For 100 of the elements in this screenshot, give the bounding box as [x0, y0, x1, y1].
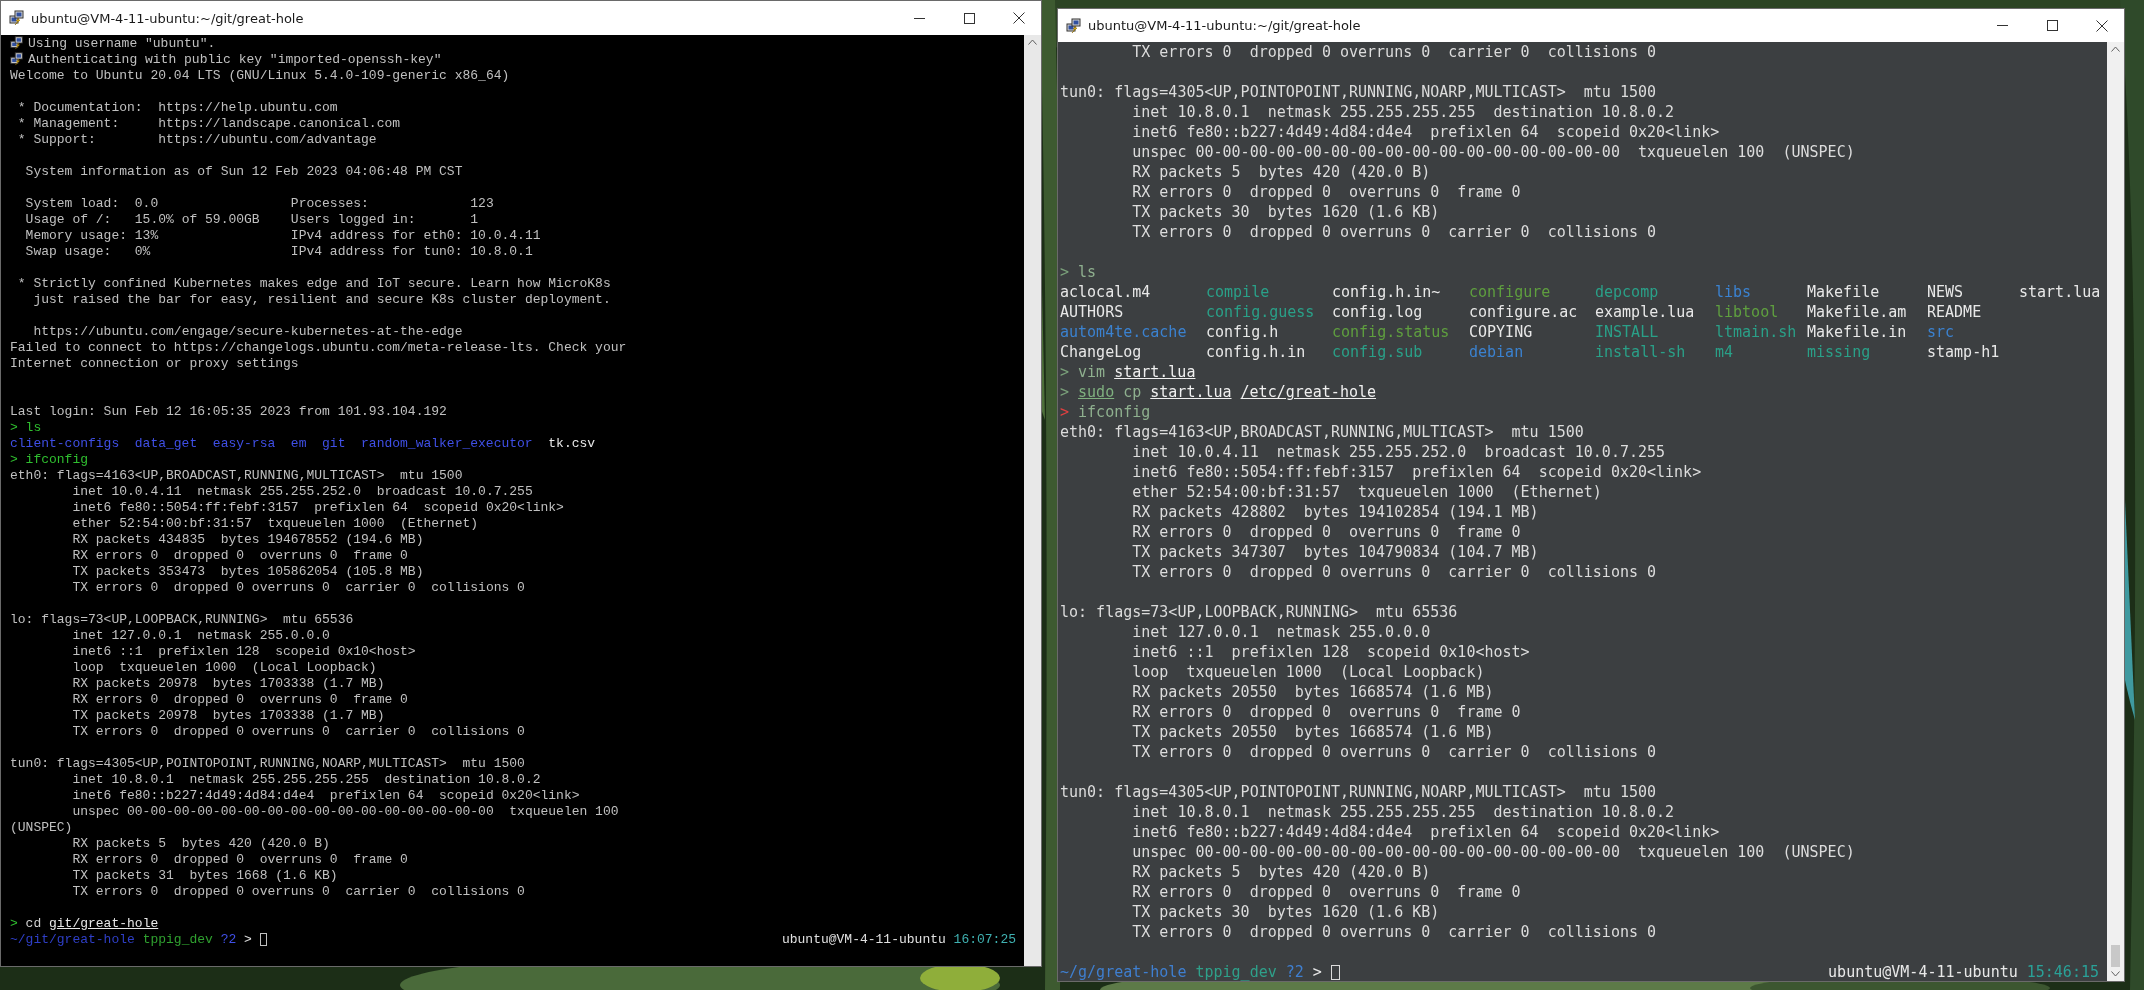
file-name: src — [1927, 322, 1956, 342]
output-line: RX errors 0 dropped 0 overruns 0 frame 0 — [1131, 882, 1521, 902]
command-text: ifconfig — [1078, 402, 1151, 422]
output-line: unspec 00-00-00-00-00-00-00-00-00-00-00-00-00-00-00-00 txqueuelen 100 (UNSPEC) — [1131, 142, 1855, 162]
output-line: eth0: flags=4163<UP,BROADCAST,RUNNING,MULTICAST> mtu 1500 — [10, 468, 463, 484]
file-name: ChangeLog — [1060, 342, 1143, 362]
file-name: AUTHORS — [1060, 302, 1125, 322]
output-line: loop txqueuelen 1000 (Local Loopback) — [1131, 662, 1485, 682]
minimize-icon — [1996, 25, 2008, 26]
output-line: TX errors 0 dropped 0 overruns 0 carrier 0 collisions 0 — [71, 724, 525, 740]
path-text: start.lua — [1114, 362, 1196, 382]
output-line: eth0: flags=4163<UP,BROADCAST,RUNNING,MULTICAST> mtu 1500 — [1060, 422, 1584, 442]
path-text: start.lua — [1150, 382, 1232, 402]
command-text: ls — [25, 420, 42, 436]
file-name: stamp-h1 — [1927, 342, 2001, 362]
output-line: lo: flags=73<UP,LOOPBACK,RUNNING> mtu 65536 — [1060, 602, 1458, 622]
file-name: data_get — [134, 436, 198, 452]
output-line: RX packets 20978 bytes 1703338 (1.7 MB) — [71, 676, 385, 692]
host-name: ubuntu@VM-4-11-ubuntu — [1828, 962, 2018, 981]
file-name: random_walker_executor — [361, 436, 533, 452]
output-line: inet 10.8.0.1 netmask 255.255.255.255 destination 10.8.0.2 — [1131, 102, 1675, 122]
command-text: cp — [1123, 382, 1142, 402]
output-line: inet 127.0.0.1 netmask 255.0.0.0 — [1131, 622, 1431, 642]
output-line: Usage of /: 15.0% of 59.00GB Users logged in: 1 — [24, 212, 479, 228]
output-line: TX packets 30 bytes 1620 (1.6 KB) — [1131, 902, 1440, 922]
prompt-symbol: > — [10, 916, 18, 932]
prompt-symbol: > — [10, 420, 18, 436]
file-name: INSTALL — [1595, 322, 1660, 342]
prompt-symbol: > — [10, 452, 18, 468]
output-line: (UNSPEC) — [10, 820, 73, 836]
maximize-icon — [963, 12, 975, 24]
output-line: RX packets 428802 bytes 194102854 (194.1 MB) — [1131, 502, 1539, 522]
output-line: Last login: Sun Feb 12 16:05:35 2023 from 101.93.104.192 — [10, 404, 447, 420]
file-name: aclocal.m4 — [1060, 282, 1152, 302]
output-line: ether 52:54:00:bf:31:57 txqueuelen 1000 (Ethernet) — [71, 516, 479, 532]
app-icon — [9, 10, 25, 26]
file-name: compile — [1206, 282, 1271, 302]
branch-name: tppig_dev — [1195, 962, 1277, 981]
file-name: README — [1927, 302, 1983, 322]
window-title: ubuntu@VM-4-11-ubuntu:~/git/great-hole — [1088, 18, 1362, 33]
output-line: inet6 fe80::b227:4d49:4d84:d4e4 prefixlen 64 scopeid 0x20<link> — [1131, 822, 1720, 842]
output-line: RX packets 5 bytes 420 (420.0 B) — [1131, 162, 1431, 182]
file-name: client-configs — [10, 436, 120, 452]
file-name: Makefile.in — [1807, 322, 1908, 342]
file-name: ltmain.sh — [1715, 322, 1798, 342]
scroll-down-icon[interactable] — [2111, 971, 2120, 977]
terminal-icon — [10, 36, 24, 50]
output-line: TX errors 0 dropped 0 overruns 0 carrier 0 collisions 0 — [1131, 562, 1657, 582]
prompt-symbol: > — [1060, 382, 1070, 402]
output-line: inet 10.0.4.11 netmask 255.255.252.0 broadcast 10.0.7.255 — [71, 484, 533, 500]
output-line: tun0: flags=4305<UP,POINTOPOINT,RUNNING,NOARP,MULTICAST> mtu 1500 — [1060, 82, 1657, 102]
file-name: em — [290, 436, 307, 452]
file-name: configure.ac — [1469, 302, 1579, 322]
output-line: TX errors 0 dropped 0 overruns 0 carrier 0 collisions 0 — [71, 580, 525, 596]
output-line: RX packets 20550 bytes 1668574 (1.6 MB) — [1131, 682, 1494, 702]
output-line: unspec 00-00-00-00-00-00-00-00-00-00-00-00-00-00-00-00 txqueuelen 100 (UNSPEC) — [1131, 842, 1855, 862]
output-line: TX errors 0 dropped 0 overruns 0 carrier 0 collisions 0 — [71, 884, 525, 900]
app-icon — [1066, 17, 1082, 34]
prompt-symbol: > — [1312, 962, 1322, 981]
file-name: config.sub — [1332, 342, 1424, 362]
file-name: configure — [1469, 282, 1552, 302]
output-line: TX packets 353473 bytes 105862054 (105.8 MB) — [71, 564, 424, 580]
close-icon — [1013, 12, 1025, 24]
notice-text: Authenticating with public key "imported-openssh-key" — [28, 52, 442, 68]
file-name: config.h — [1206, 322, 1280, 342]
file-name: config.h.in — [1206, 342, 1307, 362]
output-line: tun0: flags=4305<UP,POINTOPOINT,RUNNING,NOARP,MULTICAST> mtu 1500 — [1060, 782, 1657, 802]
scrollbar-thumb[interactable] — [2111, 945, 2120, 967]
file-name: start.lua — [2019, 282, 2102, 302]
directory-path: ~/g/great-hole — [1060, 962, 1187, 981]
output-line: inet 10.8.0.1 netmask 255.255.255.255 destination 10.8.0.2 — [1131, 802, 1675, 822]
output-line: Swap usage: 0% IPv4 address for tun0: 10.8.0.1 — [24, 244, 533, 260]
host-name: ubuntu@VM-4-11-ubuntu — [781, 932, 946, 948]
output-line: loop txqueuelen 1000 (Local Loopback) — [71, 660, 377, 676]
minimize-icon — [913, 17, 925, 19]
output-line: RX errors 0 dropped 0 overruns 0 frame 0 — [71, 852, 408, 868]
close-icon — [2096, 19, 2108, 32]
command-text: ifconfig — [25, 452, 89, 468]
scroll-up-icon[interactable] — [2111, 46, 2120, 52]
output-line: TX errors 0 dropped 0 overruns 0 carrier 0 collisions 0 — [1131, 222, 1657, 242]
file-name: config.status — [1332, 322, 1451, 342]
file-name: Makefile.am — [1807, 302, 1908, 322]
directory-path: ~/git/great-hole — [10, 932, 135, 948]
file-name: config.guess — [1206, 302, 1316, 322]
output-line: TX packets 20978 bytes 1703338 (1.7 MB) — [71, 708, 385, 724]
output-line: inet6 ::1 prefixlen 128 scopeid 0x10<host> — [1131, 642, 1530, 662]
output-line: inet 10.8.0.1 netmask 255.255.255.255 destination 10.8.0.2 — [71, 772, 541, 788]
file-name: debian — [1469, 342, 1525, 362]
output-line: TX packets 31 bytes 1668 (1.6 KB) — [71, 868, 338, 884]
output-line: RX errors 0 dropped 0 overruns 0 frame 0 — [1131, 182, 1521, 202]
file-name: autom4te.cache — [1060, 322, 1188, 342]
maximize-icon — [2046, 20, 2058, 31]
output-line: ether 52:54:00:bf:31:57 txqueuelen 1000 (Ethernet) — [1131, 482, 1602, 502]
output-line: TX errors 0 dropped 0 overruns 0 carrier 0 collisions 0 — [1131, 922, 1657, 942]
prompt-symbol: > — [1060, 262, 1070, 282]
scroll-up-icon[interactable] — [1028, 39, 1037, 45]
file-name: m4 — [1715, 342, 1735, 362]
output-line: Welcome to Ubuntu 20.04 LTS (GNU/Linux 5.4.0-109-generic x86_64) — [10, 68, 510, 84]
output-line: RX errors 0 dropped 0 overruns 0 frame 0 — [71, 692, 408, 708]
file-name: NEWS — [1927, 282, 1965, 302]
